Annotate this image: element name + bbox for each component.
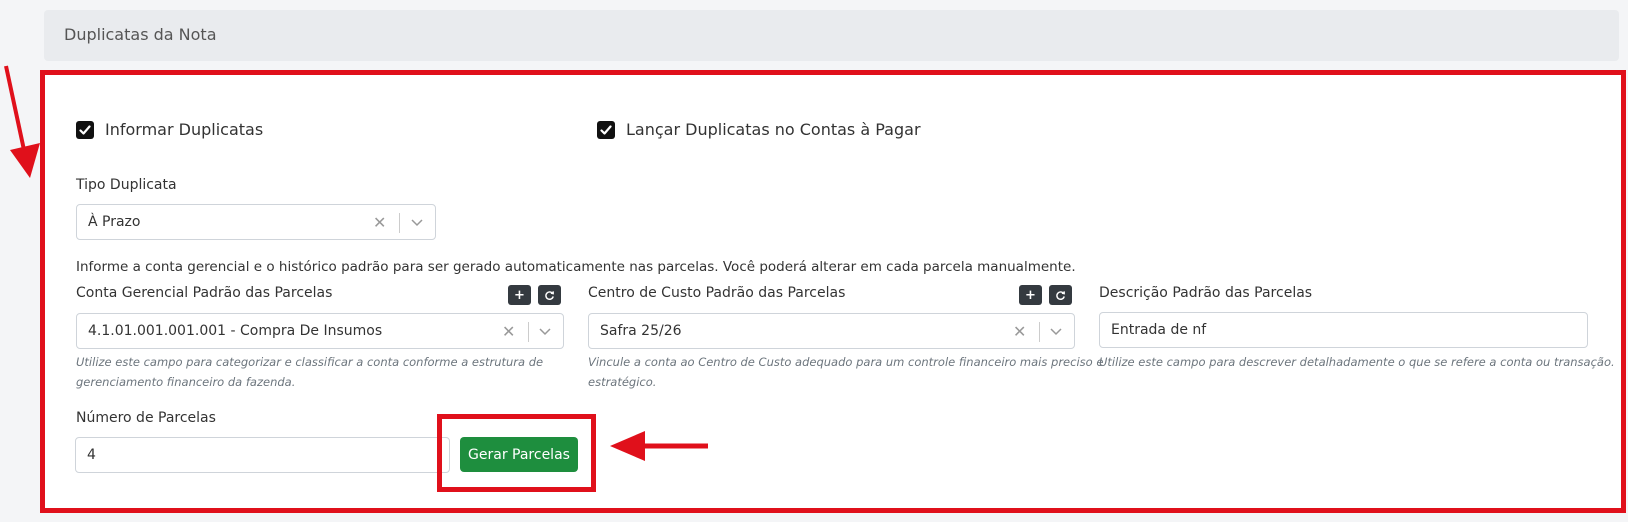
add-conta-button[interactable]: + [508,285,531,305]
tipo-duplicata-label: Tipo Duplicata [76,177,177,193]
refresh-conta-button[interactable] [538,285,561,305]
tipo-duplicata-value: À Prazo [88,214,141,230]
lancar-duplicatas-checkbox[interactable]: Lançar Duplicatas no Contas à Pagar [597,120,921,139]
refresh-centro-custo-button[interactable] [1049,285,1072,305]
refresh-icon [1056,290,1065,300]
conta-gerencial-help: Utilize este campo para categorizar e cl… [76,352,543,392]
clear-icon[interactable]: ✕ [502,322,515,341]
chevron-down-icon[interactable] [538,324,552,338]
section-title: Duplicatas da Nota [64,25,217,44]
centro-custo-label: Centro de Custo Padrão das Parcelas [588,285,846,301]
centro-custo-value: Safra 25/26 [600,323,682,339]
select-separator [1039,322,1040,342]
info-text: Informe a conta gerencial e o histórico … [76,259,1076,275]
help-line: gerenciamento financeiro da fazenda. [76,375,296,389]
informar-duplicatas-checkbox[interactable]: Informar Duplicatas [76,120,263,139]
annotation-highlight-button-box [437,414,596,492]
centro-custo-help: Vincule a conta ao Centro de Custo adequ… [588,352,1103,392]
select-separator [528,322,529,342]
conta-gerencial-label: Conta Gerencial Padrão das Parcelas [76,285,333,301]
refresh-icon [545,290,554,300]
help-line: estratégico. [588,375,657,389]
lancar-duplicatas-label: Lançar Duplicatas no Contas à Pagar [626,120,921,139]
conta-gerencial-select[interactable]: 4.1.01.001.001.001 - Compra De Insumos ✕ [76,313,564,349]
section-header: Duplicatas da Nota [44,10,1619,61]
chevron-down-icon[interactable] [410,215,424,229]
add-centro-custo-button[interactable]: + [1019,285,1042,305]
help-line: Utilize este campo para categorizar e cl… [76,355,544,369]
descricao-label: Descrição Padrão das Parcelas [1099,285,1313,301]
numero-parcelas-label: Número de Parcelas [76,410,216,426]
plus-icon: + [1025,287,1036,303]
chevron-down-icon[interactable] [1049,324,1063,338]
informar-duplicatas-label: Informar Duplicatas [105,120,264,139]
help-line: Vincule a conta ao Centro de Custo adequ… [588,355,1104,369]
arrow-down-left-icon [4,65,40,178]
plus-icon: + [514,287,525,303]
numero-parcelas-input[interactable] [75,437,450,473]
checkbox-checked-icon[interactable] [597,120,615,139]
clear-icon[interactable]: ✕ [1013,322,1026,341]
centro-custo-select[interactable]: Safra 25/26 ✕ [588,313,1075,349]
descricao-help: Utilize este campo para descrever detalh… [1099,355,1615,369]
conta-gerencial-value: 4.1.01.001.001.001 - Compra De Insumos [88,323,383,339]
checkbox-checked-icon[interactable] [76,120,94,139]
descricao-input[interactable] [1099,312,1588,348]
clear-icon[interactable]: ✕ [373,213,386,232]
tipo-duplicata-select[interactable]: À Prazo ✕ [76,204,436,240]
select-separator [399,213,400,233]
